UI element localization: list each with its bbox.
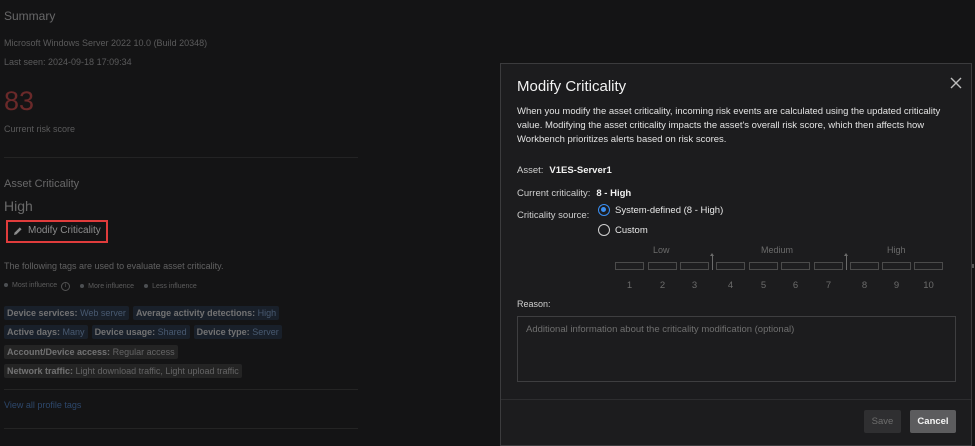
current-criticality-value: 8 - High <box>596 188 632 199</box>
scale-segment-1 <box>615 262 644 270</box>
asset-row: Asset: V1ES-Server1 <box>517 160 612 178</box>
dot-icon <box>4 283 8 288</box>
reason-textarea[interactable] <box>517 316 956 382</box>
info-icon[interactable]: i <box>61 282 71 291</box>
modify-criticality-highlight: Modify Criticality <box>6 220 108 243</box>
tag-row: Active days: Many Device usage: Shared D… <box>4 325 282 339</box>
scale-divider-tick <box>844 253 848 270</box>
radio-checked-icon <box>598 204 610 216</box>
scale-segment-4 <box>716 262 745 270</box>
influence-legend: Most influence i More influence Less infl… <box>4 282 197 291</box>
legend-more: More influence <box>80 283 134 290</box>
scale-number: 4 <box>727 280 734 291</box>
scale-segment-8 <box>850 262 879 270</box>
radio-unchecked-icon <box>598 224 610 236</box>
radio-system-defined[interactable]: System-defined (8 - High) <box>598 204 723 216</box>
criticality-source-label-row: Criticality source: <box>517 205 589 223</box>
modify-criticality-label: Modify Criticality <box>28 225 101 236</box>
pencil-icon <box>14 226 22 235</box>
dot-icon <box>80 284 85 289</box>
scale-number: 2 <box>659 280 666 291</box>
cancel-button[interactable]: Cancel <box>910 410 956 433</box>
modify-criticality-button[interactable]: Modify Criticality <box>13 225 101 236</box>
tag-device-type: Device type: Server <box>193 325 282 339</box>
tag-device-services: Device services: Web server <box>4 306 129 320</box>
modify-criticality-dialog: Modify Criticality When you modify the a… <box>500 63 972 446</box>
tag-network-traffic: Network traffic: Light download traffic,… <box>4 364 242 378</box>
scale-group-low: Low <box>653 245 670 255</box>
dialog-description: When you modify the asset criticality, i… <box>517 106 941 145</box>
scale-segment-7 <box>814 262 843 270</box>
tag-row: Device services: Web server Average acti… <box>4 306 280 320</box>
scale-number: 1 <box>626 280 633 291</box>
tag-device-usage: Device usage: Shared <box>91 325 190 339</box>
divider <box>4 428 358 429</box>
asset-value: V1ES-Server1 <box>549 165 612 176</box>
scale-segment-2 <box>648 262 677 270</box>
last-seen: Last seen: 2024-09-18 17:09:34 <box>4 57 132 67</box>
radio-system-defined-label: System-defined (8 - High) <box>615 204 724 216</box>
current-criticality-row: Current criticality: 8 - High <box>517 183 631 201</box>
asset-label: Asset: <box>517 165 544 176</box>
scale-segment-10 <box>914 262 943 270</box>
scale-group-medium: Medium <box>761 245 794 255</box>
asset-criticality-heading: Asset Criticality <box>4 178 80 190</box>
scale-segment-9 <box>882 262 911 270</box>
scale-divider-tick <box>710 253 714 270</box>
dialog-title: Modify Criticality <box>517 78 627 95</box>
scale-segment-5 <box>749 262 778 270</box>
scale-number: 5 <box>760 280 767 291</box>
os-version: Microsoft Windows Server 2022 10.0 (Buil… <box>4 38 208 48</box>
scale-number: 8 <box>861 280 868 291</box>
dot-icon <box>144 284 149 289</box>
summary-heading: Summary <box>4 9 56 23</box>
view-all-profile-tags-link[interactable]: View all profile tags <box>4 400 81 410</box>
scale-number: 6 <box>792 280 799 291</box>
legend-less: Less influence <box>144 283 197 290</box>
scale-group-high: High <box>887 245 906 255</box>
criticality-source-label: Criticality source: <box>517 210 590 221</box>
risk-score-label: Current risk score <box>4 124 76 134</box>
tag-row: Account/Device access: Regular access <box>4 345 178 359</box>
tag-active-days: Active days: Many <box>4 325 88 339</box>
radio-custom-label: Custom <box>615 224 648 236</box>
footer-divider <box>501 399 971 400</box>
divider <box>4 389 358 390</box>
tag-row: Network traffic: Light download traffic,… <box>4 364 242 378</box>
criticality-value: High <box>4 198 33 214</box>
tag-average-activity: Average activity detections: High <box>132 306 280 320</box>
tag-account-access: Account/Device access: Regular access <box>4 345 178 359</box>
scale-number: 10 <box>923 280 934 291</box>
current-criticality-label: Current criticality: <box>517 188 591 199</box>
radio-custom[interactable]: Custom <box>598 224 648 236</box>
divider <box>4 157 358 158</box>
scale-number: 9 <box>893 280 900 291</box>
save-button[interactable]: Save <box>864 410 901 433</box>
scale-segment-3 <box>680 262 709 270</box>
scale-segment-6 <box>781 262 810 270</box>
close-icon[interactable] <box>949 76 963 90</box>
legend-most: Most influence i <box>4 282 71 291</box>
scale-number: 7 <box>825 280 832 291</box>
reason-label: Reason: <box>517 299 551 309</box>
scale-number: 3 <box>691 280 698 291</box>
tags-intro-text: The following tags are used to evaluate … <box>4 261 224 271</box>
risk-score: 83 <box>4 86 35 116</box>
